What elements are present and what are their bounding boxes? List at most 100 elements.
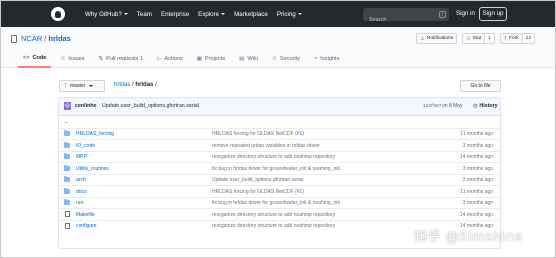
path-root-link[interactable]: hrldas xyxy=(114,82,130,88)
file-commit-message[interactable]: HRLDAS forcing for GLDAS NetCDF (#1) xyxy=(212,189,304,195)
nav-why-github[interactable]: Why GitHub? xyxy=(85,11,128,18)
star-label: Star xyxy=(472,36,482,41)
tab-label: Security xyxy=(279,55,301,62)
table-row[interactable]: run fix bug in hrldas driver for groundw… xyxy=(59,196,500,209)
file-commit-message[interactable]: fix bug in hrldas driver for groundwater… xyxy=(212,200,340,206)
table-row[interactable]: Utility_routines fix bug in hrldas drive… xyxy=(59,162,500,174)
star-button[interactable]: ☆ Star xyxy=(462,33,486,44)
file-name[interactable]: IO_code xyxy=(76,143,95,149)
tab-label: Issues xyxy=(68,55,85,62)
parent-directory-row[interactable]: .. xyxy=(59,116,500,128)
repo-tabs: <> Code ☉ Issues ⇅ Pull requests 1 ▷ Actions… xyxy=(18,49,348,68)
tab-insights[interactable]: ≈ Insights xyxy=(309,49,344,68)
nav-enterprise[interactable]: Enterprise xyxy=(161,11,189,18)
chevron-down-icon xyxy=(221,13,226,15)
file-list: .. HRLDAS_forcing HRLDAS forcing for GLD… xyxy=(59,116,500,231)
file-commit-message[interactable]: fix bug in hrldas driver for groundwater… xyxy=(212,166,340,172)
tab-label: Projects xyxy=(204,55,226,62)
commit-message-text: HRLDAS forcing for GLDAS NetCDF ( xyxy=(212,188,297,195)
nav-link-label: Explore xyxy=(198,10,220,18)
search-shortcut-key: / xyxy=(439,11,446,18)
history-link[interactable]: ◷ History xyxy=(473,103,498,109)
avatar[interactable] xyxy=(64,102,71,110)
file-commit-message[interactable]: reorganize directory structure to add no… xyxy=(212,212,335,218)
table-row[interactable]: HRLDAS_forcing HRLDAS forcing for GLDAS … xyxy=(59,127,500,140)
table-row[interactable]: docs HRLDAS forcing for GLDAS NetCDF (#1… xyxy=(59,185,500,197)
github-logo-icon[interactable] xyxy=(51,7,65,21)
tab-code[interactable]: <> Code xyxy=(18,49,52,68)
file-commit-message[interactable]: HRLDAS forcing for GLDAS NetCDF (#1) xyxy=(212,131,304,137)
tab-pull-requests[interactable]: ⇅ Pull requests 1 xyxy=(94,49,149,68)
star-count[interactable]: 1 xyxy=(485,33,496,44)
file-name[interactable]: docs xyxy=(76,189,87,195)
tab-actions[interactable]: ▷ Actions xyxy=(152,49,188,68)
chevron-down-icon xyxy=(297,13,302,15)
parent-directory-link[interactable]: .. xyxy=(65,119,68,125)
file-commit-message[interactable]: reorganize directory structure to add no… xyxy=(212,223,335,229)
watermark: 知乎 @Simshine xyxy=(414,230,523,245)
commit-sha[interactable]: 123f697 xyxy=(423,104,441,109)
fork-label: Fork xyxy=(509,36,519,41)
folder-icon xyxy=(64,176,70,182)
branch-icon: ᛉ xyxy=(64,83,68,89)
search-input[interactable] xyxy=(363,13,433,27)
file-name[interactable]: Makefile xyxy=(76,212,95,218)
folder-icon xyxy=(64,187,70,194)
go-to-file-button[interactable]: Go to file xyxy=(460,80,501,92)
branch-name: master xyxy=(70,83,86,89)
table-row[interactable]: Makefile reorganize directory structure … xyxy=(59,208,500,220)
nav-link-label: Pricing xyxy=(276,10,296,18)
fork-count[interactable]: 12 xyxy=(522,33,535,44)
nav-link-label: Why GitHub? xyxy=(85,10,122,18)
tab-projects[interactable]: ▦ Projects xyxy=(192,49,230,68)
tab-security[interactable]: ☉ Security xyxy=(267,49,305,68)
file-commit-message[interactable]: remove repeated urban variables in hrlda… xyxy=(212,143,320,149)
sign-up-button[interactable]: Sign up xyxy=(479,7,507,21)
path-breadcrumb: hrldas / hrldas / xyxy=(114,82,157,88)
tab-wiki[interactable]: ▤ Wiki xyxy=(234,49,263,68)
latest-commit-bar: cenlinhe Update user_build_options.gfort… xyxy=(59,98,500,116)
chevron-down-icon xyxy=(123,13,128,15)
tab-issues[interactable]: ☉ Issues xyxy=(55,49,89,68)
table-row[interactable]: IO_code remove repeated urban variables … xyxy=(59,139,500,151)
commit-author[interactable]: cenlinhe xyxy=(75,103,97,109)
file-age: 11 months ago xyxy=(460,188,493,195)
file-name[interactable]: MPP xyxy=(76,154,87,160)
file-name[interactable]: configure xyxy=(76,223,97,229)
file-commit-message[interactable]: Update user_build_options.gfortran.seria… xyxy=(212,177,303,183)
file-age: 3 months ago xyxy=(462,200,493,206)
repo-owner-link[interactable]: NCAR xyxy=(21,34,42,43)
notifications-button[interactable]: ♨ Notifications xyxy=(416,33,458,44)
nav-team[interactable]: Team xyxy=(137,11,152,18)
file-name[interactable]: HRLDAS_forcing xyxy=(76,131,114,137)
commit-message[interactable]: Update user_build_options.gfortran.seria… xyxy=(102,103,199,109)
repo-breadcrumb: NCAR / hrldas xyxy=(21,34,71,43)
nav-link-label: Team xyxy=(136,10,152,18)
fork-group: ᛉ Fork 12 xyxy=(495,33,535,44)
file-age: 14 months ago xyxy=(459,211,493,218)
file-age: 11 months ago xyxy=(460,131,493,137)
nav-marketplace[interactable]: Marketplace xyxy=(234,11,268,18)
insights-icon: ≈ xyxy=(314,55,318,62)
star-icon: ☆ xyxy=(466,35,471,42)
nav-link-label: Marketplace xyxy=(234,10,268,18)
nav-pricing[interactable]: Pricing xyxy=(277,11,302,18)
folder-icon xyxy=(64,199,70,205)
file-commit-message[interactable]: reorganize directory structure to add no… xyxy=(212,154,335,160)
tab-label: Wiki xyxy=(247,55,258,62)
tab-label: Actions xyxy=(164,55,183,62)
file-name[interactable]: Utility_routines xyxy=(76,166,109,172)
repo-icon xyxy=(11,35,17,43)
table-row[interactable]: MPP reorganize directory structure to ad… xyxy=(59,150,500,163)
fork-icon: ᛉ xyxy=(504,35,508,42)
branch-select-button[interactable]: ᛉ master xyxy=(59,80,105,92)
table-row[interactable]: arch Update user_build_options.gfortran.… xyxy=(59,173,500,186)
file-name[interactable]: arch xyxy=(76,177,86,183)
file-age: 14 months ago xyxy=(459,154,493,160)
file-name[interactable]: run xyxy=(76,200,83,206)
fork-button[interactable]: ᛉ Fork xyxy=(500,33,523,44)
repo-name-link[interactable]: hrldas xyxy=(48,34,71,43)
sign-in-link[interactable]: Sign in xyxy=(456,10,475,17)
nav-explore[interactable]: Explore xyxy=(198,10,226,18)
breadcrumb-separator: / xyxy=(44,34,47,43)
